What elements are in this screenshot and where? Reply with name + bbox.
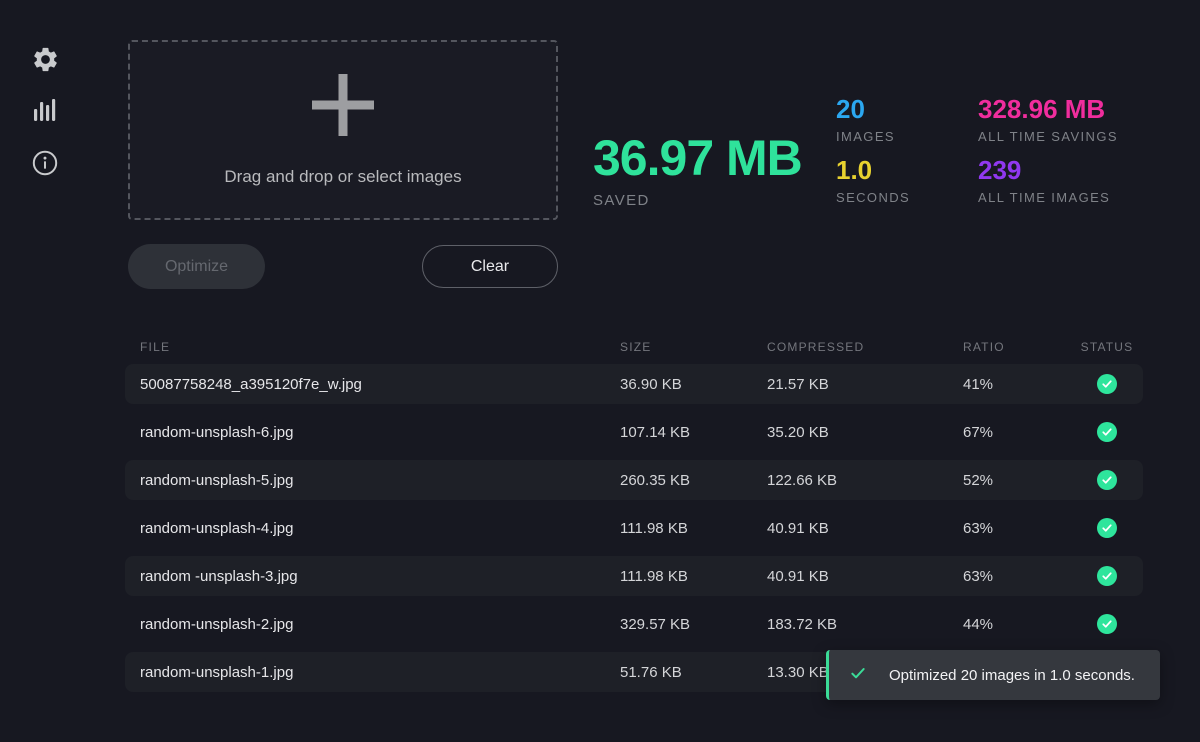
status-check-icon	[1097, 518, 1117, 538]
file-size: 111.98 KB	[620, 568, 767, 585]
table-row: random -unsplash-3.jpg 111.98 KB 40.91 K…	[125, 556, 1143, 596]
settings-button[interactable]	[28, 44, 62, 78]
alltime-savings-value: 328.96 MB	[978, 96, 1178, 122]
saved-label: SAVED	[593, 192, 802, 209]
status-check-icon	[1097, 470, 1117, 490]
dropzone[interactable]: Drag and drop or select images	[128, 40, 558, 220]
file-ratio: 41%	[963, 376, 1083, 393]
file-size: 36.90 KB	[620, 376, 767, 393]
file-ratio: 44%	[963, 616, 1083, 633]
file-compressed: 35.20 KB	[767, 424, 963, 441]
stats-button[interactable]	[28, 94, 62, 128]
toast-notification: Optimized 20 images in 1.0 seconds.	[826, 650, 1160, 700]
file-name: random -unsplash-3.jpg	[125, 568, 620, 585]
file-ratio: 63%	[963, 520, 1083, 537]
check-icon	[829, 665, 866, 686]
file-name: random-unsplash-4.jpg	[125, 520, 620, 537]
results-table: FILE SIZE COMPRESSED RATIO STATUS 500877…	[125, 332, 1143, 700]
image-optimizer-app: Drag and drop or select images 36.97 MB …	[0, 0, 1200, 742]
alltime-savings-label: ALL TIME SAVINGS	[978, 129, 1178, 144]
alltime-images-label: ALL TIME IMAGES	[978, 190, 1178, 205]
stat-saved: 36.97 MB SAVED	[593, 133, 802, 209]
header-file: FILE	[125, 340, 620, 354]
toast-message: Optimized 20 images in 1.0 seconds.	[889, 667, 1135, 684]
status-check-icon	[1097, 422, 1117, 442]
bar-chart-icon	[30, 95, 60, 128]
stat-column-alltime: 328.96 MB ALL TIME SAVINGS 239 ALL TIME …	[978, 96, 1178, 218]
header-compressed: COMPRESSED	[767, 340, 963, 354]
table-header: FILE SIZE COMPRESSED RATIO STATUS	[125, 332, 1143, 362]
plus-icon	[312, 74, 374, 141]
info-icon	[31, 149, 59, 180]
file-ratio: 63%	[963, 568, 1083, 585]
file-size: 260.35 KB	[620, 472, 767, 489]
about-button[interactable]	[28, 147, 62, 181]
file-name: random-unsplash-6.jpg	[125, 424, 620, 441]
table-row: 50087758248_a395120f7e_w.jpg 36.90 KB 21…	[125, 364, 1143, 404]
file-compressed: 40.91 KB	[767, 520, 963, 537]
table-row: random-unsplash-5.jpg 260.35 KB 122.66 K…	[125, 460, 1143, 500]
stat-alltime-savings: 328.96 MB ALL TIME SAVINGS	[978, 96, 1178, 144]
file-compressed: 183.72 KB	[767, 616, 963, 633]
file-ratio: 67%	[963, 424, 1083, 441]
file-size: 51.76 KB	[620, 664, 767, 681]
file-name: 50087758248_a395120f7e_w.jpg	[125, 376, 620, 393]
header-ratio: RATIO	[963, 340, 1083, 354]
file-compressed: 21.57 KB	[767, 376, 963, 393]
gear-icon	[31, 45, 60, 77]
file-name: random-unsplash-1.jpg	[125, 664, 620, 681]
header-size: SIZE	[620, 340, 767, 354]
file-compressed: 40.91 KB	[767, 568, 963, 585]
file-size: 107.14 KB	[620, 424, 767, 441]
table-row: random-unsplash-2.jpg 329.57 KB 183.72 K…	[125, 604, 1143, 644]
clear-button[interactable]: Clear	[422, 245, 558, 288]
optimize-button[interactable]: Optimize	[128, 244, 265, 289]
status-check-icon	[1097, 374, 1117, 394]
file-size: 329.57 KB	[620, 616, 767, 633]
file-name: random-unsplash-5.jpg	[125, 472, 620, 489]
file-ratio: 52%	[963, 472, 1083, 489]
table-row: random-unsplash-6.jpg 107.14 KB 35.20 KB…	[125, 412, 1143, 452]
dropzone-label: Drag and drop or select images	[224, 167, 461, 187]
header-status: STATUS	[1083, 340, 1143, 354]
status-check-icon	[1097, 566, 1117, 586]
stat-alltime-images: 239 ALL TIME IMAGES	[978, 157, 1178, 205]
file-name: random-unsplash-2.jpg	[125, 616, 620, 633]
saved-value: 36.97 MB	[593, 133, 802, 183]
alltime-images-value: 239	[978, 157, 1178, 183]
status-check-icon	[1097, 614, 1117, 634]
file-compressed: 122.66 KB	[767, 472, 963, 489]
table-row: random-unsplash-4.jpg 111.98 KB 40.91 KB…	[125, 508, 1143, 548]
file-size: 111.98 KB	[620, 520, 767, 537]
